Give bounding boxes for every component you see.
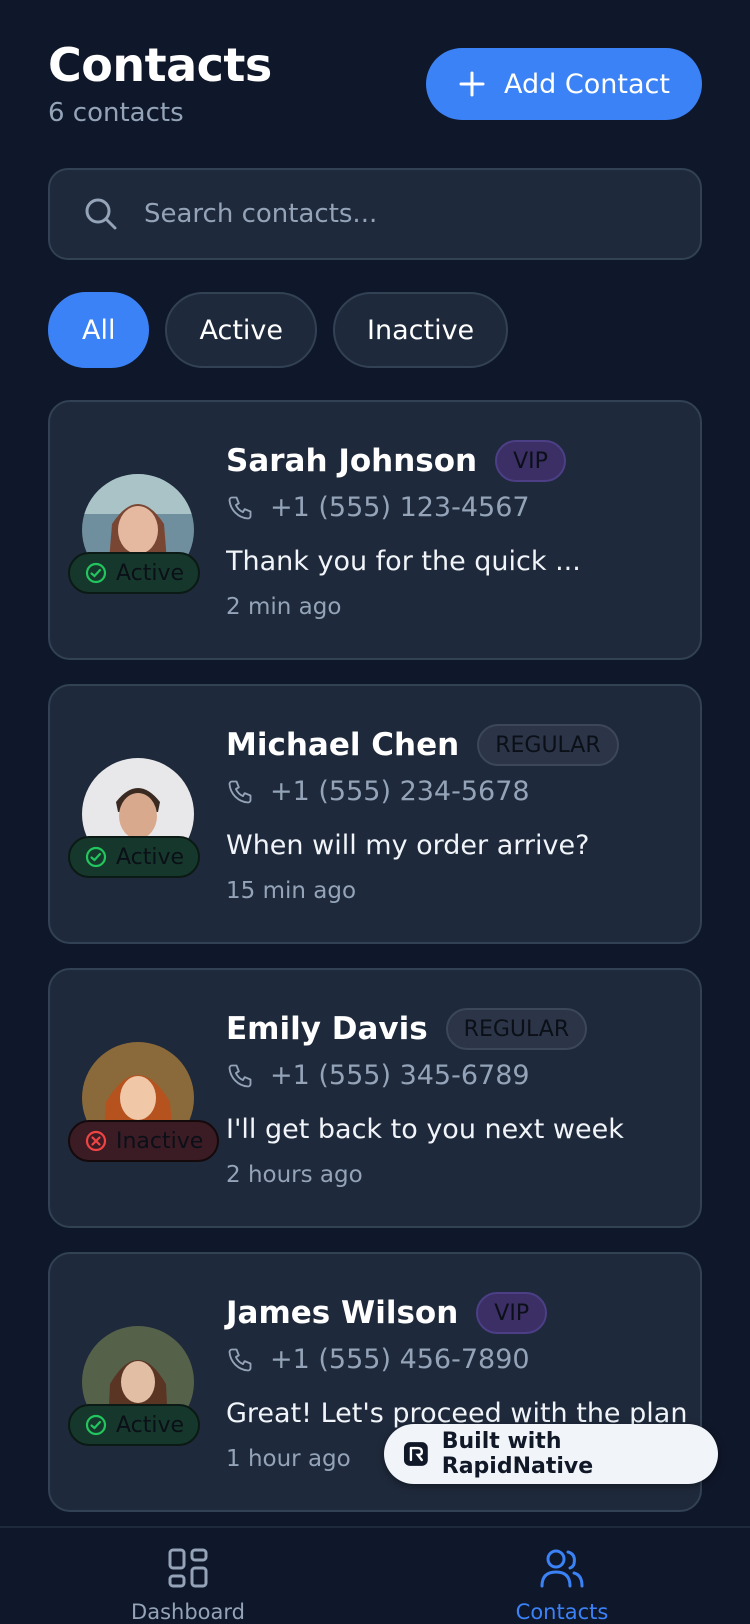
phone-row: +1 (555) 345-6789 bbox=[226, 1060, 530, 1091]
search-icon bbox=[85, 198, 117, 230]
add-contact-label: Add Contact bbox=[504, 68, 670, 100]
search-input[interactable] bbox=[144, 199, 664, 229]
tier-badge: VIP bbox=[495, 440, 566, 482]
contact-name: James Wilson bbox=[226, 1295, 459, 1331]
tab-contacts[interactable]: Contacts bbox=[462, 1546, 662, 1624]
status-label: Inactive bbox=[116, 1128, 204, 1154]
message-time: 15 min ago bbox=[226, 878, 357, 904]
check-circle-icon bbox=[85, 846, 107, 868]
phone-icon bbox=[228, 496, 252, 519]
tier-badge: VIP bbox=[476, 1292, 548, 1334]
phone-row: +1 (555) 456-7890 bbox=[226, 1344, 530, 1375]
built-with-badge[interactable]: Built with RapidNative bbox=[384, 1424, 718, 1484]
last-message: Thank you for the quick ... bbox=[226, 546, 581, 577]
name-row: Michael Chen REGULAR bbox=[226, 724, 619, 766]
tier-badge: REGULAR bbox=[445, 1008, 588, 1050]
contact-card[interactable]: Active Michael Chen REGULAR +1 (555) 234… bbox=[48, 684, 702, 944]
contact-card[interactable]: Inactive Emily Davis REGULAR +1 (555) 34… bbox=[48, 968, 702, 1228]
message-time: 2 min ago bbox=[226, 594, 342, 620]
message-time: 2 hours ago bbox=[226, 1162, 363, 1188]
contact-phone: +1 (555) 345-6789 bbox=[270, 1060, 530, 1091]
phone-icon bbox=[228, 1348, 252, 1371]
search-bar[interactable] bbox=[48, 168, 702, 260]
filter-chips: All Active Inactive bbox=[48, 292, 509, 368]
name-row: Emily Davis REGULAR bbox=[226, 1008, 588, 1050]
rapidnative-logo-icon bbox=[403, 1442, 428, 1466]
status-badge: Active bbox=[68, 552, 201, 594]
filter-inactive[interactable]: Inactive bbox=[333, 292, 509, 368]
check-circle-icon bbox=[85, 562, 107, 584]
last-message: I'll get back to you next week bbox=[226, 1114, 624, 1145]
tab-label: Contacts bbox=[515, 1600, 609, 1624]
contact-phone: +1 (555) 456-7890 bbox=[270, 1344, 530, 1375]
contact-phone: +1 (555) 123-4567 bbox=[270, 492, 530, 523]
tab-label: Dashboard bbox=[131, 1600, 245, 1624]
bottom-tab-bar: Dashboard Contacts bbox=[0, 1526, 750, 1624]
filter-all[interactable]: All bbox=[48, 292, 150, 368]
last-message: When will my order arrive? bbox=[226, 830, 590, 861]
contact-phone: +1 (555) 234-5678 bbox=[270, 776, 530, 807]
status-label: Active bbox=[116, 844, 185, 870]
contact-name: Michael Chen bbox=[226, 727, 460, 763]
plus-icon bbox=[459, 71, 485, 97]
grid-icon bbox=[168, 1548, 208, 1588]
tier-badge: REGULAR bbox=[477, 724, 619, 766]
users-icon bbox=[540, 1549, 584, 1588]
contact-card[interactable]: Active Sarah Johnson VIP +1 (555) 123-45… bbox=[48, 400, 702, 660]
phone-icon bbox=[228, 1064, 252, 1087]
tab-dashboard[interactable]: Dashboard bbox=[88, 1546, 288, 1624]
built-with-label: Built with RapidNative bbox=[441, 1429, 594, 1479]
x-circle-icon bbox=[85, 1130, 107, 1152]
status-badge: Active bbox=[68, 836, 201, 878]
phone-row: +1 (555) 234-5678 bbox=[226, 776, 530, 807]
filter-active[interactable]: Active bbox=[165, 292, 318, 368]
add-contact-button[interactable]: Add Contact bbox=[426, 48, 702, 120]
header: Contacts 6 contacts Add Contact bbox=[48, 38, 702, 134]
phone-row: +1 (555) 123-4567 bbox=[226, 492, 530, 523]
status-label: Active bbox=[116, 1412, 185, 1438]
contact-name: Sarah Johnson bbox=[226, 443, 478, 479]
name-row: Sarah Johnson VIP bbox=[226, 440, 566, 482]
check-circle-icon bbox=[85, 1414, 107, 1436]
contact-name: Emily Davis bbox=[226, 1011, 428, 1047]
status-badge: Inactive bbox=[68, 1120, 220, 1162]
status-label: Active bbox=[116, 560, 185, 586]
phone-icon bbox=[228, 780, 252, 803]
message-time: 1 hour ago bbox=[226, 1446, 351, 1472]
status-badge: Active bbox=[68, 1404, 201, 1446]
name-row: James Wilson VIP bbox=[226, 1292, 548, 1334]
